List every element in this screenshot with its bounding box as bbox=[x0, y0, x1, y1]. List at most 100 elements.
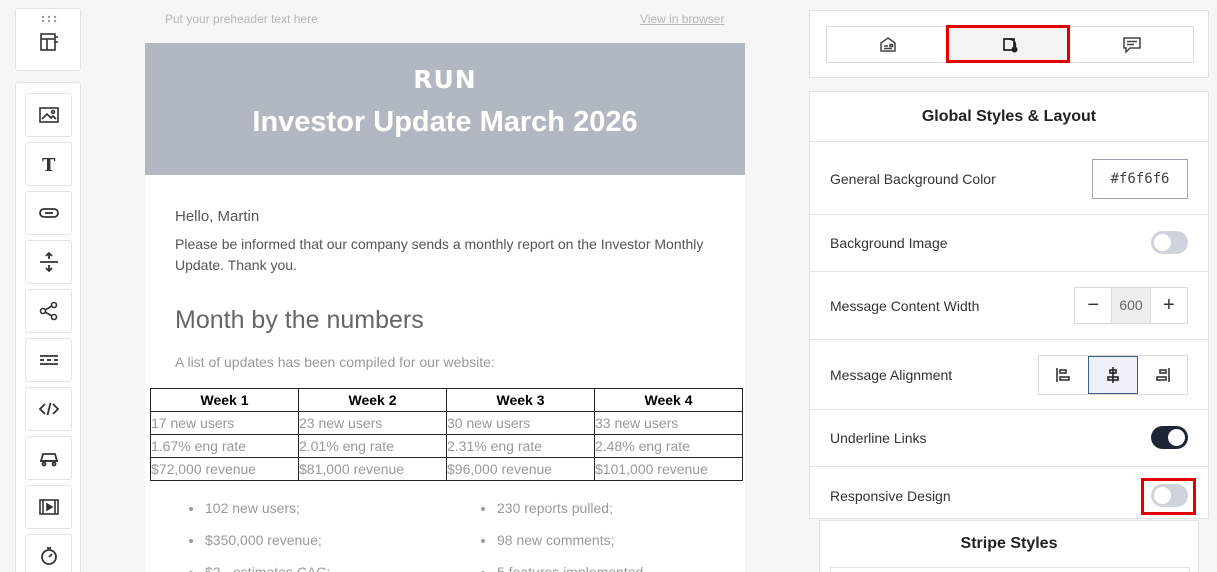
global-styles-panel: Global Styles & Layout General Backgroun… bbox=[809, 91, 1209, 519]
table-cell: $96,000 revenue bbox=[446, 457, 595, 481]
spacer-icon bbox=[39, 251, 58, 273]
hero-title: Investor Update March 2026 bbox=[252, 106, 638, 138]
highlight-box-responsive-toggle bbox=[1141, 478, 1196, 515]
bg-image-label: Background Image bbox=[830, 235, 948, 251]
table-cell: 2.48% eng rate bbox=[594, 434, 743, 458]
alignment-label: Message Alignment bbox=[830, 367, 953, 383]
view-in-browser-link[interactable]: View in browser bbox=[640, 12, 724, 26]
table-header-cell: Week 3 bbox=[446, 388, 595, 412]
content-blocks-toolbar: T bbox=[15, 82, 81, 572]
html-block-button[interactable] bbox=[25, 387, 72, 431]
list-item: 230 reports pulled; bbox=[467, 500, 643, 532]
content-width-stepper: − 600 + bbox=[1074, 287, 1188, 324]
drag-grip-icon[interactable] bbox=[40, 15, 58, 23]
table-cell: $101,000 revenue bbox=[594, 457, 743, 481]
section-subtitle: A list of updates has been compiled for … bbox=[175, 354, 495, 370]
decrement-button[interactable]: − bbox=[1075, 288, 1111, 323]
greeting-text: Hello, Martin bbox=[175, 208, 260, 225]
table-cell: $72,000 revenue bbox=[150, 457, 299, 481]
timer-icon bbox=[40, 547, 57, 565]
table-header-cell: Week 2 bbox=[298, 388, 447, 412]
table-cell: 23 new users bbox=[298, 411, 447, 435]
align-left-icon bbox=[1056, 368, 1071, 382]
table-header-cell: Week 1 bbox=[150, 388, 299, 412]
intro-paragraph: Please be informed that our company send… bbox=[175, 236, 704, 273]
bg-color-row: General Background Color #f6f6f6 bbox=[810, 143, 1208, 215]
table-cell: 1.67% eng rate bbox=[150, 434, 299, 458]
hero-banner[interactable]: RUN Investor Update March 2026 bbox=[145, 43, 745, 175]
table-cell: $81,000 revenue bbox=[298, 457, 447, 481]
list-item: 5 features implemented bbox=[467, 564, 643, 572]
align-center-icon bbox=[1107, 367, 1119, 383]
content-width-value[interactable]: 600 bbox=[1111, 288, 1151, 323]
table-cell: 30 new users bbox=[446, 411, 595, 435]
responsive-design-label: Responsive Design bbox=[830, 488, 951, 504]
id-card-icon bbox=[880, 36, 896, 52]
video-icon bbox=[38, 499, 59, 515]
content-width-row: Message Content Width − 600 + bbox=[810, 272, 1208, 340]
divider-icon bbox=[39, 355, 58, 365]
stripe-styles-title: Stripe Styles bbox=[960, 535, 1058, 552]
align-right-button[interactable] bbox=[1138, 356, 1187, 394]
alignment-buttons bbox=[1038, 355, 1188, 395]
table-header-cell: Week 4 bbox=[594, 388, 743, 412]
menu-block-button[interactable] bbox=[25, 436, 72, 480]
text-block-button[interactable]: T bbox=[25, 142, 72, 186]
table-header-row: Week 1 Week 2 Week 3 Week 4 bbox=[150, 388, 743, 412]
list-item: 102 new users; bbox=[175, 500, 330, 532]
preheader-text[interactable]: Put your preheader text here bbox=[165, 12, 318, 26]
highlight-box-appearance-tab bbox=[946, 25, 1070, 63]
bg-image-row: Background Image bbox=[810, 215, 1208, 272]
align-center-button[interactable] bbox=[1087, 356, 1139, 394]
editor-root: T Put your preheader text here View in b… bbox=[0, 0, 1217, 572]
stripe-styles-panel[interactable]: Stripe Styles bbox=[819, 520, 1199, 572]
underline-links-toggle[interactable] bbox=[1151, 426, 1188, 449]
toggle-knob bbox=[1154, 234, 1171, 251]
align-right-icon bbox=[1155, 368, 1170, 382]
table-cell: 2.01% eng rate bbox=[298, 434, 447, 458]
bg-image-toggle[interactable] bbox=[1151, 231, 1188, 254]
brand-logo: RUN bbox=[413, 65, 477, 94]
spacer-block-button[interactable] bbox=[25, 240, 72, 284]
image-icon bbox=[38, 107, 59, 123]
underline-links-label: Underline Links bbox=[830, 430, 927, 446]
structures-panel bbox=[15, 8, 81, 71]
table-row: 1.67% eng rate 2.01% eng rate 2.31% eng … bbox=[150, 434, 743, 458]
menu-car-icon bbox=[39, 453, 58, 467]
increment-button[interactable]: + bbox=[1151, 288, 1187, 323]
content-width-label: Message Content Width bbox=[830, 298, 980, 314]
svg-text:T: T bbox=[42, 155, 56, 175]
list-item: 98 new comments; bbox=[467, 532, 643, 564]
bullet-list-left: 102 new users; $350,000 revenue; $2 - es… bbox=[175, 500, 330, 572]
tab-general-settings[interactable] bbox=[827, 27, 949, 62]
blocks-icon[interactable] bbox=[38, 31, 60, 53]
stats-table: Week 1 Week 2 Week 3 Week 4 17 new users… bbox=[150, 388, 743, 481]
table-row: 17 new users 23 new users 30 new users 3… bbox=[150, 411, 743, 435]
tab-comments[interactable] bbox=[1071, 27, 1193, 62]
stripe-styles-content bbox=[830, 567, 1190, 572]
video-block-button[interactable] bbox=[25, 485, 72, 529]
code-icon bbox=[38, 402, 59, 416]
list-item: $350,000 revenue; bbox=[175, 532, 330, 564]
button-block-button[interactable] bbox=[25, 191, 72, 235]
list-item: $2 - estimates CAC; bbox=[175, 564, 330, 572]
table-row: $72,000 revenue $81,000 revenue $96,000 … bbox=[150, 457, 743, 481]
table-cell: 17 new users bbox=[150, 411, 299, 435]
divider-block-button[interactable] bbox=[25, 338, 72, 382]
comment-icon bbox=[1123, 36, 1141, 54]
bg-color-label: General Background Color bbox=[830, 171, 996, 187]
align-left-button[interactable] bbox=[1039, 356, 1088, 394]
timer-block-button[interactable] bbox=[25, 534, 72, 572]
underline-links-row: Underline Links bbox=[810, 410, 1208, 467]
section-heading: Month by the numbers bbox=[175, 306, 424, 334]
social-block-button[interactable] bbox=[25, 289, 72, 333]
alignment-row: Message Alignment bbox=[810, 340, 1208, 410]
email-canvas[interactable]: RUN Investor Update March 2026 Hello, Ma… bbox=[145, 43, 745, 572]
toggle-knob bbox=[1168, 429, 1185, 446]
bg-color-input[interactable]: #f6f6f6 bbox=[1092, 159, 1188, 199]
bullet-list-right: 230 reports pulled; 98 new comments; 5 f… bbox=[467, 500, 643, 572]
table-cell: 2.31% eng rate bbox=[446, 434, 595, 458]
table-cell: 33 new users bbox=[594, 411, 743, 435]
image-block-button[interactable] bbox=[25, 93, 72, 137]
text-icon: T bbox=[42, 155, 56, 175]
